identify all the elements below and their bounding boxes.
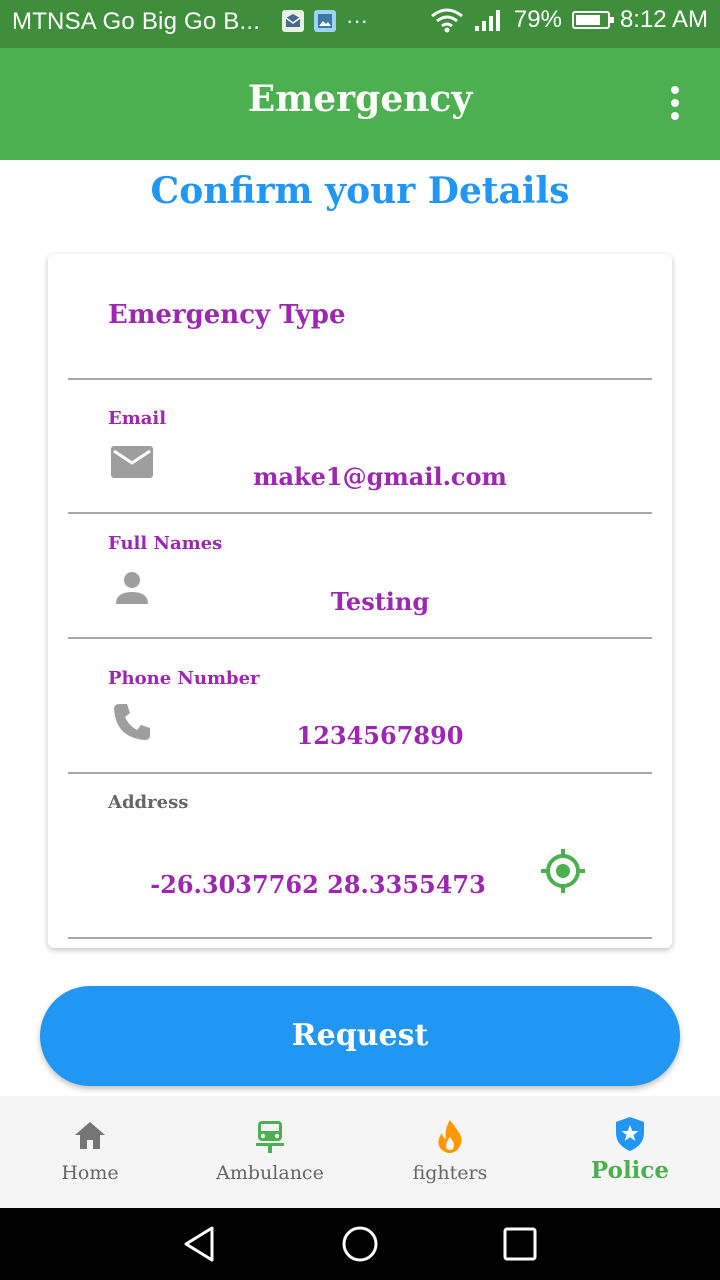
- carrier-text: MTNSA Go Big Go B...: [12, 8, 261, 35]
- nav-item-fighters[interactable]: fighters: [360, 1096, 540, 1208]
- email-label: Email: [108, 408, 167, 429]
- recents-icon[interactable]: [500, 1224, 540, 1264]
- mail-notification-icon: [282, 10, 304, 32]
- my-location-icon[interactable]: [540, 848, 586, 894]
- mail-icon: [110, 440, 154, 484]
- nav-label-fighters: fighters: [412, 1162, 488, 1184]
- more-notifications-icon: ···: [346, 8, 368, 33]
- status-right: 79% 8:12 AM: [430, 6, 708, 34]
- address-field[interactable]: -26.3037762 28.3355473: [108, 870, 528, 899]
- address-label: Address: [108, 792, 189, 813]
- wifi-icon: [430, 8, 463, 33]
- clock: 8:12 AM: [619, 6, 708, 33]
- details-card: Emergency Type Email make1@gmail.com Ful…: [48, 254, 672, 948]
- full-names-field[interactable]: Testing: [188, 587, 572, 616]
- emergency-type-field[interactable]: Emergency Type: [108, 300, 346, 330]
- phone-label: Phone Number: [108, 668, 260, 689]
- nav-item-ambulance[interactable]: Ambulance: [180, 1096, 360, 1208]
- divider: [68, 512, 652, 514]
- home-circle-icon[interactable]: [340, 1224, 380, 1264]
- person-icon: [110, 566, 154, 610]
- nav-item-police[interactable]: Police: [540, 1096, 720, 1208]
- nav-label-ambulance: Ambulance: [216, 1162, 324, 1184]
- bottom-nav: Home Ambulance fighters Police: [0, 1096, 720, 1208]
- page-heading: Confirm your Details: [150, 170, 570, 212]
- nav-label-home: Home: [61, 1162, 119, 1184]
- battery-percent: 79%: [513, 6, 562, 33]
- system-nav-bar: [0, 1208, 720, 1280]
- fire-icon: [432, 1118, 468, 1154]
- back-icon[interactable]: [180, 1224, 220, 1264]
- image-notification-icon: [314, 10, 336, 32]
- divider: [68, 772, 652, 774]
- signal-icon: [474, 10, 500, 31]
- divider: [68, 378, 652, 380]
- app-title: Emergency: [247, 78, 473, 120]
- status-bar: MTNSA Go Big Go B... ··· 79% 8:12 AM: [0, 0, 720, 48]
- police-shield-icon: [612, 1116, 648, 1152]
- email-field[interactable]: make1@gmail.com: [188, 462, 572, 491]
- more-vert-icon[interactable]: [670, 86, 680, 122]
- battery-fill: [575, 15, 600, 25]
- divider: [68, 937, 652, 939]
- app-bar: Emergency: [0, 48, 720, 160]
- home-icon: [72, 1118, 108, 1154]
- nav-label-police: Police: [590, 1157, 670, 1184]
- ambulance-icon: [252, 1118, 288, 1154]
- full-names-label: Full Names: [108, 533, 223, 554]
- request-button[interactable]: Request: [40, 986, 680, 1086]
- notification-icons: ···: [282, 10, 368, 32]
- battery-icon: [571, 11, 614, 29]
- nav-item-home[interactable]: Home: [0, 1096, 180, 1208]
- phone-icon: [110, 700, 154, 744]
- divider: [68, 637, 652, 639]
- phone-field[interactable]: 1234567890: [188, 721, 572, 750]
